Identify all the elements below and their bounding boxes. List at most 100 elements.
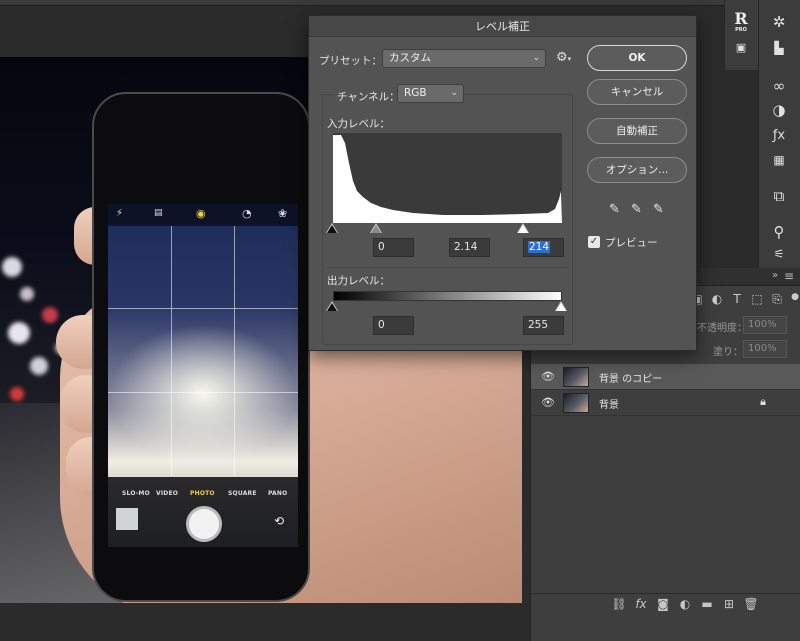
lock-icon[interactable]: 🔒︎ — [760, 395, 766, 409]
bokeh-light — [30, 357, 48, 375]
filters-icon: ❀ — [278, 207, 288, 220]
opacity-label: 不透明度： — [697, 323, 747, 334]
auto-button[interactable]: 自動補正 — [587, 118, 687, 144]
preview-checkbox[interactable]: ✓ — [588, 236, 600, 248]
link-layers-icon[interactable]: ⛓ — [611, 597, 627, 611]
shutter-button — [186, 506, 222, 542]
styles-icon[interactable]: ƒx — [769, 126, 789, 146]
input-gamma-handle[interactable] — [370, 223, 383, 234]
input-gamma-field[interactable]: 2.14 — [449, 238, 490, 257]
input-black-field[interactable]: 0 — [373, 238, 414, 257]
camera-mode-photo: PHOTO — [190, 490, 215, 497]
camera-mode-pano: PANO — [268, 490, 288, 497]
brush-settings-icon[interactable]: ⚲ — [769, 222, 789, 242]
preset-options-gear-icon[interactable]: ⚙▾ — [556, 50, 571, 65]
creative-cloud-icon[interactable]: ∞ — [769, 76, 789, 96]
options-button[interactable]: オプション... — [587, 157, 687, 183]
input-levels-label: 入力レベル： — [327, 118, 390, 130]
live-photo-icon: ◉ — [196, 207, 206, 220]
navigator-icon[interactable]: ✲ — [769, 12, 789, 32]
camera-mode-square: SQUARE — [228, 490, 257, 497]
channel-select[interactable]: RGB ⌄ — [397, 84, 464, 103]
histogram-icon[interactable]: ▙ — [769, 38, 789, 58]
output-black-handle[interactable] — [326, 301, 339, 312]
camera-grid-line — [108, 392, 298, 393]
fill-field[interactable]: 100% — [743, 340, 787, 358]
gray-point-eyedropper-icon[interactable]: ✎ — [631, 202, 642, 217]
input-white-handle[interactable] — [517, 223, 530, 234]
filter-toggle-icon[interactable]: ● — [787, 292, 800, 308]
panel-icon-strip: ✲ ▙ ∞ ◑ ƒx ▦ ⧉ ⚲ ⚟ — [758, 0, 800, 270]
ok-button[interactable]: OK — [587, 45, 687, 71]
histogram — [333, 133, 562, 223]
plugin-logo[interactable]: R PRO — [730, 10, 752, 33]
document-canvas[interactable]: ⚡ ▤ ◉ ◔ ❀ SLO-MO VIDEO PHOTO SQUARE PANO… — [0, 0, 800, 641]
shape-filter-icon[interactable]: ⬚ — [749, 292, 765, 308]
adjustment-filter-icon[interactable]: ◐ — [709, 292, 725, 308]
paths-icon[interactable]: ⧉ — [769, 186, 789, 206]
headlight-glow — [108, 324, 298, 464]
chevron-down-icon: ⌄ — [532, 53, 540, 63]
new-adjustment-layer-icon[interactable]: ◐ — [677, 597, 693, 611]
layer-row-copy[interactable]: 👁︎ 背景 のコピー — [531, 364, 800, 390]
fill-label: 塗り： — [713, 347, 743, 358]
preview-label: プレビュー — [605, 237, 658, 249]
panel-menu-icon[interactable]: ≡ — [784, 269, 794, 283]
camera-grid-line — [108, 308, 298, 309]
dialog-title: レベル補正 — [309, 16, 696, 37]
bokeh-light — [2, 257, 22, 277]
layer-style-icon[interactable]: fx — [633, 597, 649, 611]
histogram-graph — [333, 135, 562, 223]
output-white-field[interactable]: 255 — [523, 316, 564, 335]
output-white-handle[interactable] — [555, 301, 568, 312]
levels-dialog: レベル補正 プリセット： カスタム ⌄ ⚙▾ チャンネル： RGB ⌄ 入力レベ… — [308, 15, 697, 351]
type-filter-icon[interactable]: T — [729, 292, 745, 308]
adjustments-icon[interactable]: ◑ — [769, 100, 789, 120]
collapse-icon[interactable]: » — [772, 270, 778, 281]
smart-object-filter-icon[interactable]: ⎘ — [769, 292, 785, 308]
output-levels-label: 出力レベル： — [327, 275, 390, 287]
bokeh-light — [8, 322, 30, 344]
input-white-field[interactable]: 214 — [523, 238, 564, 257]
bokeh-light — [20, 287, 34, 301]
layer-name: 背景 — [599, 400, 619, 411]
camera-roll-thumbnail — [116, 508, 138, 530]
camera-grid-line — [234, 226, 235, 476]
divider — [327, 267, 567, 268]
new-group-icon[interactable]: ▬ — [699, 597, 715, 611]
bokeh-light — [10, 387, 24, 401]
swatches-icon[interactable]: ▦ — [769, 150, 789, 170]
flip-camera-icon: ⟲ — [274, 514, 285, 528]
cancel-button[interactable]: キャンセル — [587, 79, 687, 105]
output-slider[interactable] — [326, 301, 567, 312]
black-point-eyedropper-icon[interactable]: ✎ — [609, 202, 620, 217]
new-layer-icon[interactable]: ⊞ — [721, 597, 737, 611]
image-icon[interactable]: ▣ — [732, 38, 750, 54]
timer-icon: ◔ — [242, 207, 252, 220]
options-bar — [0, 0, 724, 6]
hdr-icon: ▤ — [154, 208, 163, 218]
add-mask-icon[interactable]: ◙ — [655, 597, 671, 611]
output-black-field[interactable]: 0 — [373, 316, 414, 335]
layer-thumbnail — [563, 393, 589, 413]
camera-top-bar: ⚡ ▤ ◉ ◔ ❀ — [108, 204, 298, 226]
camera-grid-line — [171, 226, 172, 476]
white-point-eyedropper-icon[interactable]: ✎ — [653, 202, 664, 217]
opacity-field[interactable]: 100% — [743, 316, 787, 334]
delete-layer-icon[interactable]: 🗑︎ — [743, 597, 759, 611]
input-black-handle[interactable] — [326, 223, 339, 234]
preset-label: プリセット： — [319, 55, 382, 67]
camera-mode-video: VIDEO — [156, 490, 179, 497]
layer-name: 背景 のコピー — [599, 374, 663, 385]
eye-icon[interactable]: 👁︎ — [541, 396, 555, 409]
layer-thumbnail — [563, 367, 589, 387]
preset-select[interactable]: カスタム ⌄ — [382, 49, 546, 68]
flash-off-icon: ⚡ — [116, 208, 124, 219]
eye-icon[interactable]: 👁︎ — [541, 370, 555, 383]
phone-screen: ⚡ ▤ ◉ ◔ ❀ SLO-MO VIDEO PHOTO SQUARE PANO… — [108, 204, 298, 547]
layer-row-background[interactable]: 👁︎ 背景 🔒︎ — [531, 390, 800, 416]
camera-mode-slomo: SLO-MO — [122, 490, 150, 497]
input-slider[interactable] — [326, 223, 562, 234]
channel-label: チャンネル： — [333, 89, 404, 104]
properties-icon[interactable]: ⚟ — [769, 244, 789, 264]
